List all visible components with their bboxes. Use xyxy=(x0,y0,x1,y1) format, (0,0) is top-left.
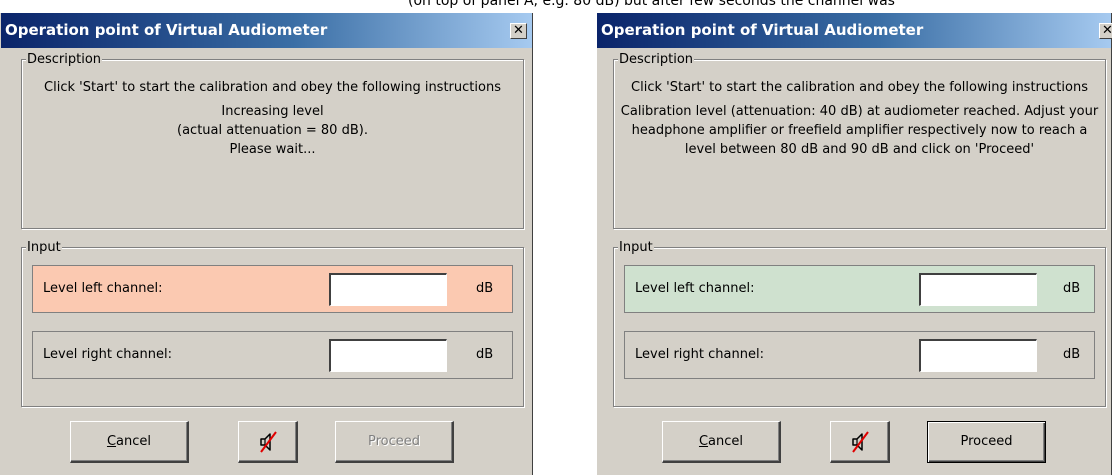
left-channel-input[interactable] xyxy=(919,273,1037,306)
description-line: Increasing level xyxy=(221,104,324,119)
description-group: Description Click 'Start' to start the c… xyxy=(613,52,1106,229)
window-title: Operation point of Virtual Audiometer xyxy=(5,21,328,39)
description-line: Click 'Start' to start the calibration a… xyxy=(44,80,501,95)
cancel-button[interactable]: Cancel xyxy=(70,421,189,463)
close-icon: ✕ xyxy=(513,23,524,38)
left-channel-label: Level left channel: xyxy=(43,281,163,296)
speaker-muted-icon xyxy=(259,430,277,453)
mute-button[interactable] xyxy=(830,421,890,463)
left-channel-label: Level left channel: xyxy=(635,281,755,296)
description-line: Click 'Start' to start the calibration a… xyxy=(631,80,1088,95)
right-channel-input[interactable] xyxy=(329,339,447,372)
cancel-mnemonic: C xyxy=(698,433,709,449)
proceed-button[interactable]: Proceed xyxy=(927,421,1046,463)
right-channel-unit: dB xyxy=(476,347,494,362)
input-group: Input Level left channel: dB Level right… xyxy=(613,240,1106,407)
speaker-muted-icon xyxy=(851,430,869,453)
dialog-a: Operation point of Virtual Audiometer ✕ … xyxy=(0,13,533,475)
cancel-label: ancel xyxy=(708,433,744,449)
left-channel-input[interactable] xyxy=(329,273,447,306)
cancel-mnemonic: C xyxy=(106,433,117,449)
description-line: Calibration level (attenuation: 40 dB) a… xyxy=(620,104,1099,157)
close-button[interactable]: ✕ xyxy=(1099,23,1112,39)
dialog-b: Operation point of Virtual Audiometer ✕ … xyxy=(596,13,1112,475)
right-channel-input[interactable] xyxy=(919,339,1037,372)
right-channel-unit: dB xyxy=(1063,347,1081,362)
left-channel-row: Level left channel: dB xyxy=(32,265,513,313)
description-group: Description Click 'Start' to start the c… xyxy=(21,52,524,229)
description-text: Click 'Start' to start the calibration a… xyxy=(22,78,523,159)
input-group-label: Input xyxy=(618,240,654,255)
right-channel-label: Level right channel: xyxy=(43,347,172,362)
cancel-button[interactable]: Cancel xyxy=(662,421,781,463)
title-bar[interactable]: Operation point of Virtual Audiometer ✕ xyxy=(1,13,532,48)
description-text: Click 'Start' to start the calibration a… xyxy=(614,78,1105,164)
description-line: Please wait... xyxy=(229,142,316,157)
window-title: Operation point of Virtual Audiometer xyxy=(601,21,924,39)
right-channel-row: Level right channel: dB xyxy=(32,331,513,379)
left-channel-row: Level left channel: dB xyxy=(624,265,1095,313)
close-button[interactable]: ✕ xyxy=(510,23,527,39)
description-group-label: Description xyxy=(618,52,695,67)
left-channel-unit: dB xyxy=(476,281,494,296)
mute-button[interactable] xyxy=(238,421,298,463)
left-channel-unit: dB xyxy=(1063,281,1081,296)
title-bar[interactable]: Operation point of Virtual Audiometer ✕ xyxy=(597,13,1112,48)
right-channel-row: Level right channel: dB xyxy=(624,331,1095,379)
caption-text: (on top of panel A, e.g. 80 dB) but afte… xyxy=(408,0,895,9)
proceed-button[interactable]: Proceed xyxy=(335,421,454,463)
right-channel-label: Level right channel: xyxy=(635,347,764,362)
figure-caption: (on top of panel A, e.g. 80 dB) but afte… xyxy=(0,0,1112,13)
description-line: (actual attenuation = 80 dB). xyxy=(177,123,368,138)
input-group-label: Input xyxy=(26,240,62,255)
cancel-label: ancel xyxy=(116,433,152,449)
input-group: Input Level left channel: dB Level right… xyxy=(21,240,524,407)
close-icon: ✕ xyxy=(1102,23,1112,38)
description-group-label: Description xyxy=(26,52,103,67)
